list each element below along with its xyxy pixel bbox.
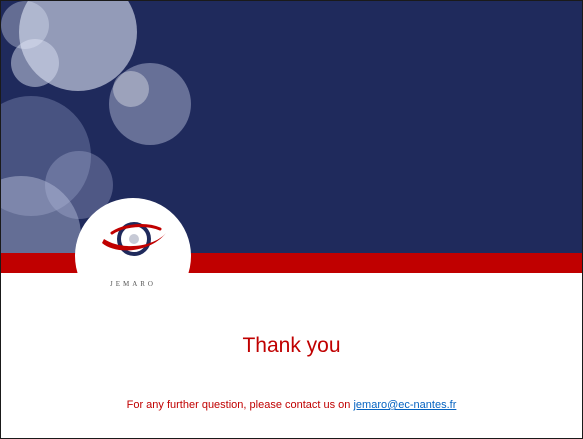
presentation-slide: JEMARO Thank you For any further questio… — [0, 0, 583, 439]
decorative-bubble — [1, 1, 49, 49]
jemaro-globe-icon — [102, 222, 166, 256]
contact-email-link[interactable]: jemaro@ec-nantes.fr — [353, 399, 456, 411]
contact-text: For any further question, please contact… — [126, 399, 354, 411]
contact-line: For any further question, please contact… — [1, 399, 582, 411]
logo-wordmark: JEMARO — [109, 280, 156, 288]
slide-title: Thank you — [242, 334, 341, 357]
header-banner — [1, 1, 582, 253]
decorative-bubble — [113, 71, 149, 107]
